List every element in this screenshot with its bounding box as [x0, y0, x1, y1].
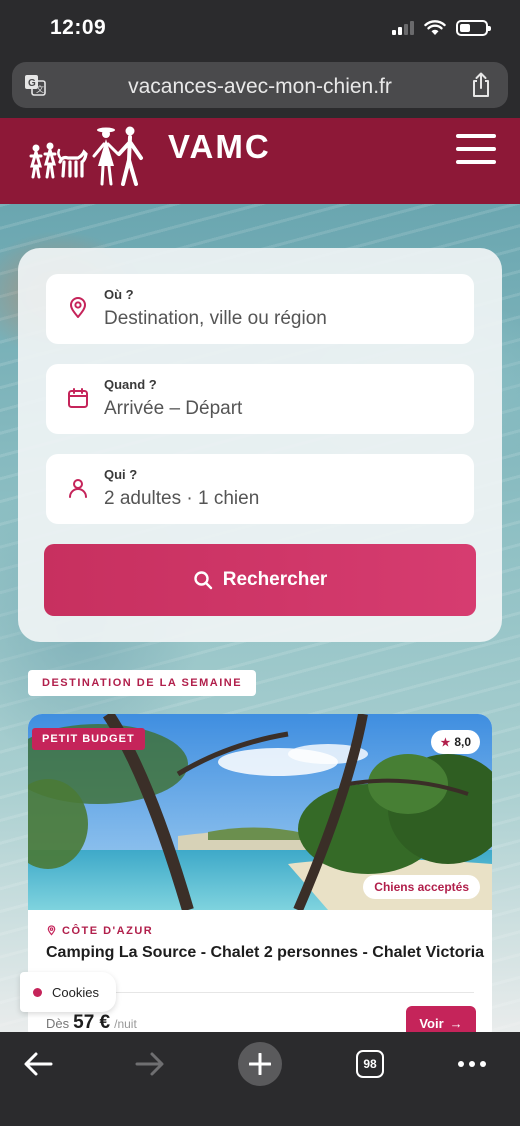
star-icon: ★	[440, 736, 451, 749]
budget-badge: PETIT BUDGET	[32, 728, 145, 750]
arrow-left-icon	[24, 1052, 53, 1076]
search-button[interactable]: Rechercher	[44, 544, 476, 616]
cookies-button[interactable]: Cookies	[20, 972, 116, 1012]
when-label: Quand ?	[104, 377, 157, 392]
cookies-label: Cookies	[52, 984, 99, 1000]
status-icons	[392, 20, 491, 36]
who-label: Qui ?	[104, 467, 138, 482]
destination-of-week-tag: DESTINATION DE LA SEMAINE	[28, 670, 257, 696]
search-button-label: Rechercher	[222, 569, 328, 590]
price-prefix: Dès	[46, 1016, 70, 1031]
forward-button[interactable]	[128, 1042, 172, 1086]
when-field[interactable]: Quand ? Arrivée – Départ	[46, 364, 474, 434]
rating-badge: ★ 8,0	[431, 730, 480, 754]
plus-icon	[249, 1053, 271, 1075]
where-input[interactable]: Destination, ville ou région	[104, 308, 327, 330]
who-input[interactable]: 2 adultes · 1 chien	[104, 488, 259, 510]
dogs-accepted-badge: Chiens acceptés	[363, 875, 480, 899]
more-button[interactable]	[450, 1042, 494, 1086]
who-field[interactable]: Qui ? 2 adultes · 1 chien	[46, 454, 474, 524]
status-time: 12:09	[50, 16, 107, 39]
price-unit: /nuit	[114, 1017, 137, 1031]
person-icon	[69, 479, 87, 498]
where-field[interactable]: Où ? Destination, ville ou région	[46, 274, 474, 344]
card-region: CÔTE D'AZUR	[46, 924, 153, 937]
rating-value: 8,0	[454, 735, 471, 749]
cookies-dot-icon	[33, 987, 42, 997]
location-pin-icon	[70, 297, 86, 318]
view-button-label: Voir	[419, 1015, 444, 1031]
price-line: Dès 57 € /nuit	[46, 1012, 137, 1034]
when-input[interactable]: Arrivée – Départ	[104, 398, 242, 420]
back-button[interactable]	[16, 1042, 60, 1086]
listing-title[interactable]: Camping La Source - Chalet 2 personnes -…	[46, 944, 486, 962]
signal-icon	[392, 21, 414, 35]
browser-address-area: G 文 vacances-avec-mon-chien.fr	[0, 58, 520, 118]
price-value: 57 €	[73, 1012, 111, 1033]
where-label: Où ?	[104, 287, 134, 302]
tabs-button[interactable]: 98	[348, 1042, 392, 1086]
more-icon	[458, 1061, 486, 1067]
status-bar: 12:09	[0, 0, 520, 58]
menu-icon[interactable]	[456, 134, 496, 164]
location-pin-icon	[47, 925, 56, 936]
logo-figures-icon[interactable]	[26, 122, 152, 192]
arrow-right-icon	[135, 1052, 164, 1076]
tab-count: 98	[356, 1050, 384, 1078]
arrow-right-icon: →	[449, 1015, 463, 1031]
site-header: VAMC	[0, 118, 520, 204]
logo-text[interactable]: VAMC	[168, 128, 271, 166]
search-panel: Où ? Destination, ville ou région Quand …	[18, 248, 502, 642]
wifi-icon	[424, 20, 446, 35]
url-text[interactable]: vacances-avec-mon-chien.fr	[12, 75, 508, 99]
calendar-icon	[68, 388, 88, 408]
region-label: CÔTE D'AZUR	[62, 924, 154, 937]
search-icon	[194, 571, 212, 590]
address-bar[interactable]: G 文 vacances-avec-mon-chien.fr	[12, 62, 508, 108]
new-tab-button[interactable]	[238, 1042, 282, 1086]
browser-toolbar: 98	[0, 1032, 520, 1126]
battery-icon	[456, 20, 491, 36]
share-icon[interactable]	[470, 72, 492, 98]
